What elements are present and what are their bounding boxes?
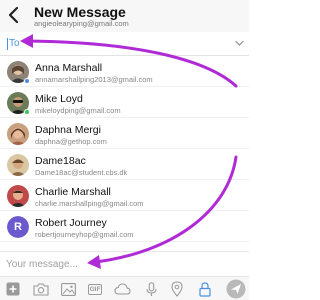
location-icon[interactable] bbox=[168, 280, 186, 298]
contact-email: mikeloydping@gmail.com bbox=[35, 106, 121, 115]
chevron-down-icon[interactable] bbox=[235, 40, 244, 47]
status-dot bbox=[24, 78, 30, 84]
contact-row[interactable]: Mike Loyd mikeloydping@gmail.com bbox=[0, 88, 249, 118]
contact-email: robertjourneyhop@gmail.com bbox=[35, 230, 134, 239]
page-title: New Message bbox=[34, 4, 126, 20]
contact-name: Charlie Marshall bbox=[35, 186, 111, 198]
contact-email: charlie.marshallping@gmail.com bbox=[35, 199, 144, 208]
contact-name: Dame18ac bbox=[35, 155, 86, 167]
back-chevron-icon[interactable] bbox=[6, 6, 22, 24]
to-label: To bbox=[9, 38, 20, 49]
recipient-field[interactable]: To bbox=[0, 32, 249, 56]
cloud-icon[interactable] bbox=[113, 280, 131, 298]
status-dot bbox=[24, 109, 30, 115]
message-input[interactable] bbox=[6, 255, 206, 273]
text-cursor bbox=[7, 38, 8, 50]
contact-email: Dame18ac@student.cbs.dk bbox=[35, 168, 128, 177]
gif-icon[interactable]: GIF bbox=[86, 280, 104, 298]
contact-name: Daphna Mergi bbox=[35, 124, 101, 136]
contact-email: daphna@gethop.com bbox=[35, 137, 107, 146]
contact-name: Mike Loyd bbox=[35, 93, 83, 105]
camera-icon[interactable] bbox=[32, 280, 50, 298]
lock-icon[interactable] bbox=[196, 280, 214, 298]
avatar bbox=[7, 123, 29, 145]
add-icon[interactable] bbox=[4, 280, 22, 298]
avatar bbox=[7, 154, 29, 176]
contact-row[interactable]: R Robert Journey robertjourneyhop@gmail.… bbox=[0, 212, 249, 242]
contact-name: Robert Journey bbox=[35, 217, 107, 229]
contact-row[interactable]: Daphna Mergi daphna@gethop.com bbox=[0, 119, 249, 149]
contact-row[interactable]: Anna Marshall annamarshallping2013@gmail… bbox=[0, 57, 249, 87]
contact-row[interactable]: Dame18ac Dame18ac@student.cbs.dk bbox=[0, 150, 249, 180]
image-icon[interactable] bbox=[59, 280, 77, 298]
contact-row[interactable]: Charlie Marshall charlie.marshallping@gm… bbox=[0, 181, 249, 211]
avatar: R bbox=[7, 216, 29, 238]
contact-email: annamarshallping2013@gmail.com bbox=[35, 75, 153, 84]
send-icon[interactable] bbox=[226, 279, 246, 299]
avatar bbox=[7, 185, 29, 207]
avatar-initial: R bbox=[7, 216, 29, 238]
microphone-icon[interactable] bbox=[142, 280, 160, 298]
sender-account: angieolearyping@gmail.com bbox=[34, 19, 129, 28]
contact-suggestion-list: Anna Marshall annamarshallping2013@gmail… bbox=[0, 57, 249, 249]
composer-toolbar: GIF bbox=[0, 276, 249, 300]
message-composer bbox=[0, 251, 249, 275]
gif-label: GIF bbox=[87, 283, 103, 295]
contact-name: Anna Marshall bbox=[35, 62, 103, 74]
header-bar: New Message angieolearyping@gmail.com bbox=[0, 0, 249, 32]
contact-row[interactable] bbox=[0, 243, 249, 249]
